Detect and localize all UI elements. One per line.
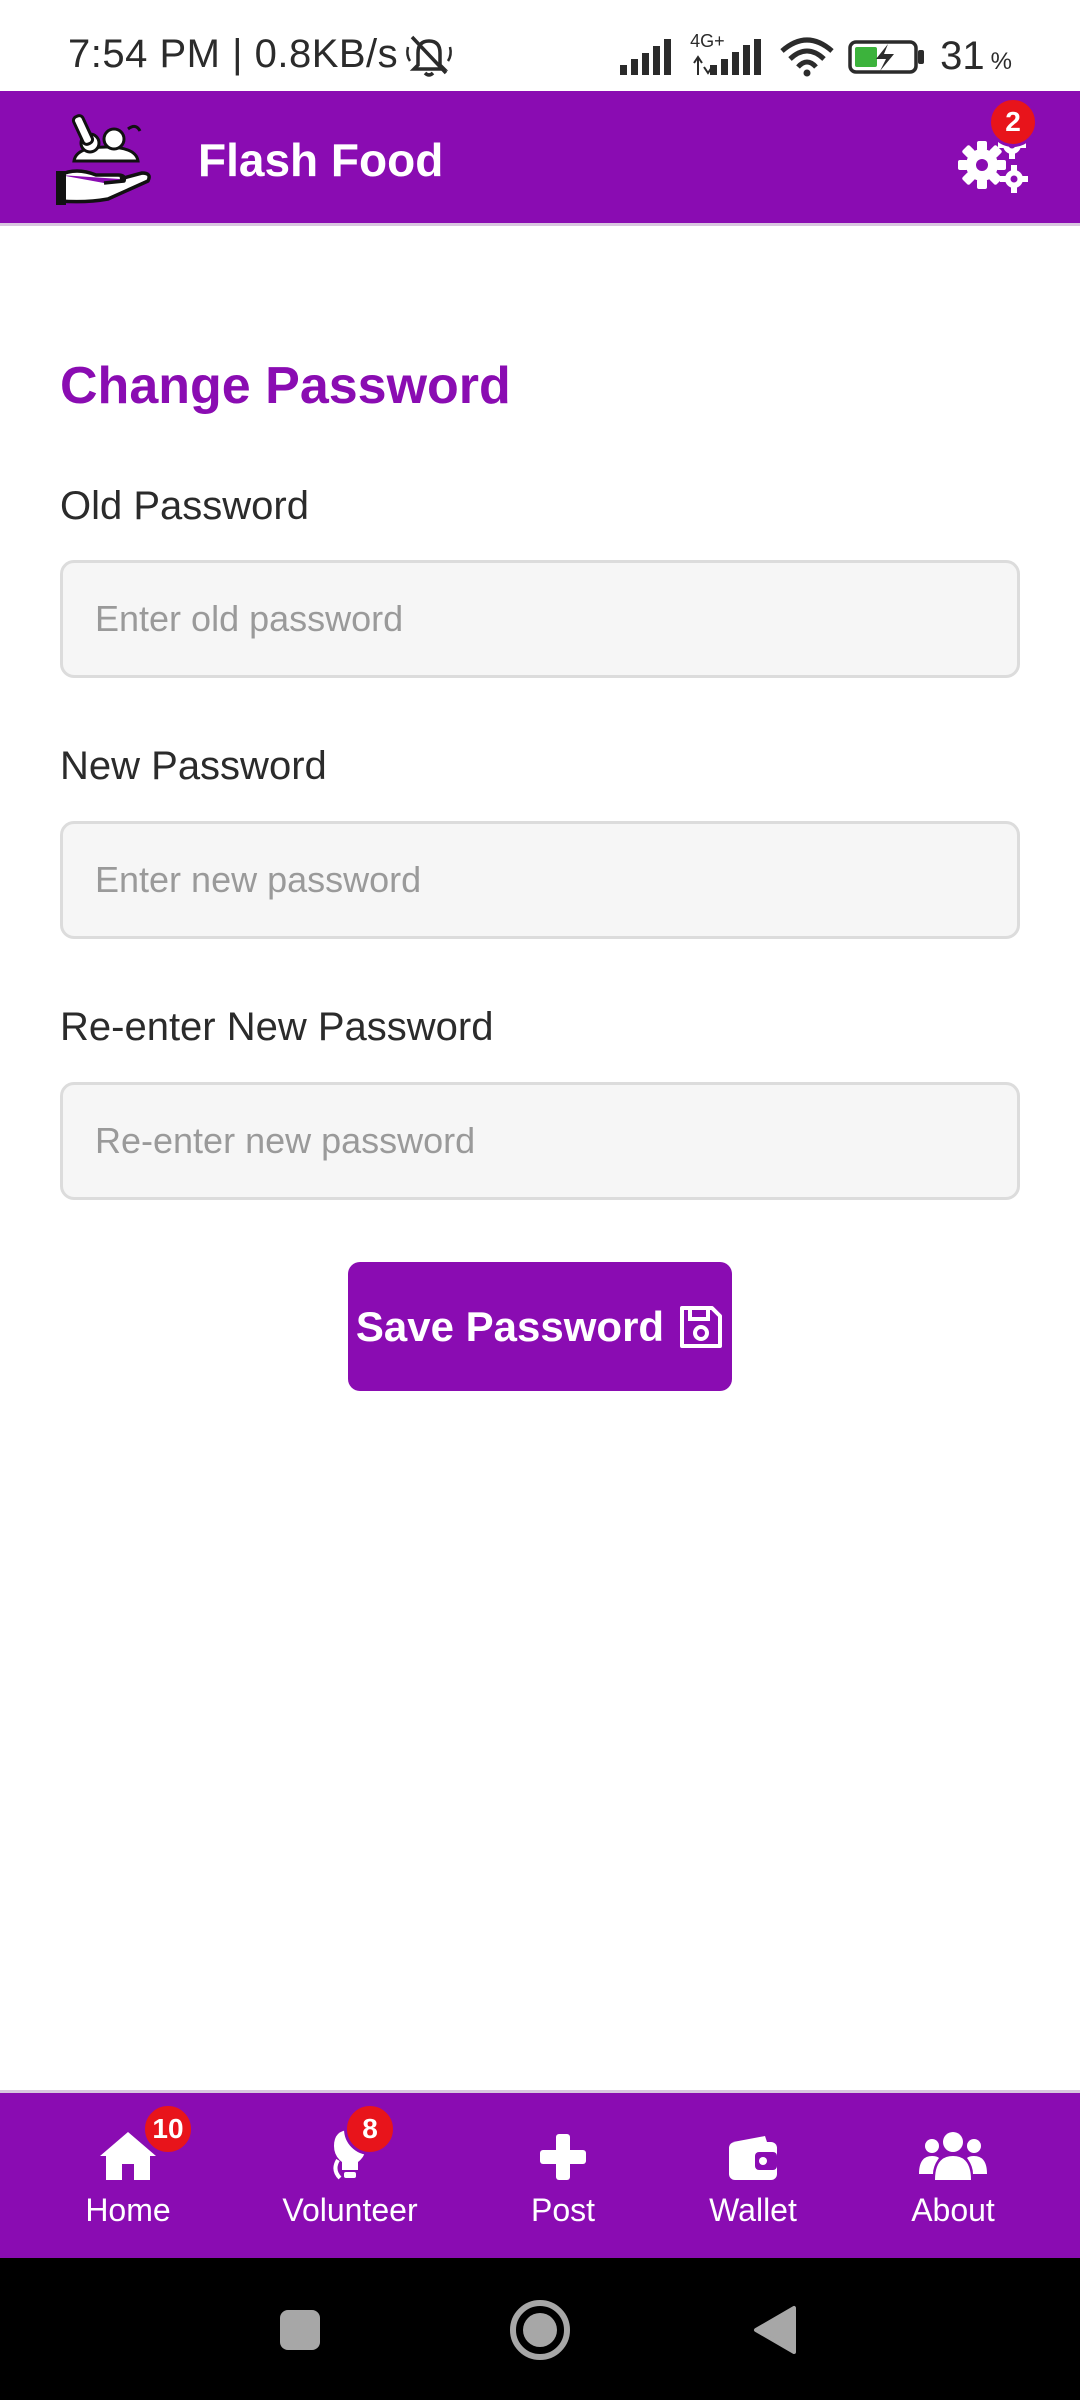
nav-label-wallet: Wallet [709,2191,797,2228]
wallet-icon [727,2126,779,2182]
nav-label-post: Post [530,2191,596,2228]
system-nav-bar [0,2258,1080,2400]
back-triangle-icon[interactable] [752,2304,798,2356]
save-password-button[interactable]: Save Password [348,1262,732,1391]
nav-item-wallet[interactable]: Wallet [693,2093,813,2261]
signal-4g-icon: 4G+ [690,31,766,77]
battery-percent-symbol: % [990,47,1012,75]
volunteer-badge: 8 [344,2103,396,2155]
confirm-password-label: Re-enter New Password [60,1005,494,1049]
new-password-label: New Password [60,744,327,788]
nav-label-volunteer: Volunteer [282,2191,418,2228]
old-password-label: Old Password [60,484,309,528]
status-left: 7:54 PM | 0.8KB/s [68,32,454,77]
signal-icon [620,38,672,75]
battery-charging-icon [848,39,925,74]
plus-icon [538,2126,588,2182]
home-circle-icon[interactable] [508,2298,572,2362]
floppy-disk-icon [680,1305,723,1348]
old-password-input[interactable] [60,560,1020,678]
muted-bell-icon [406,35,453,77]
page-title: Change Password [60,357,511,415]
new-password-input[interactable] [60,821,1020,939]
nav-item-about[interactable]: About [893,2093,1013,2261]
status-bar: 7:54 PM | 0.8KB/s 4G+ 31 % [0,0,1080,91]
recent-apps-icon[interactable] [278,2308,322,2352]
screen: 7:54 PM | 0.8KB/s 4G+ 31 % Flash Food 2 … [0,0,1080,2400]
save-password-label: Save Password [355,1302,665,1350]
status-time: 7:54 PM | 0.8KB/s [68,32,399,76]
status-right: 4G+ 31 % [620,31,1012,79]
wifi-icon [780,37,834,76]
home-badge: 10 [142,2103,194,2155]
nav-item-home[interactable]: Home 10 [58,2093,198,2261]
confirm-password-input[interactable] [60,1082,1020,1200]
nav-label-about: About [911,2191,995,2228]
nav-item-volunteer[interactable]: Volunteer 8 [270,2093,430,2261]
settings-badge: 2 [988,97,1038,147]
battery-percent: 31 [940,34,985,78]
app-logo-icon [56,114,151,205]
bottom-nav: Home 10 Volunteer 8 Post Wallet About [0,2090,1080,2258]
app-bar: Flash Food 2 [0,91,1080,226]
nav-item-post[interactable]: Post [503,2093,623,2261]
nav-label-home: Home [85,2191,171,2228]
app-title: Flash Food [198,134,444,186]
users-icon [919,2126,987,2182]
